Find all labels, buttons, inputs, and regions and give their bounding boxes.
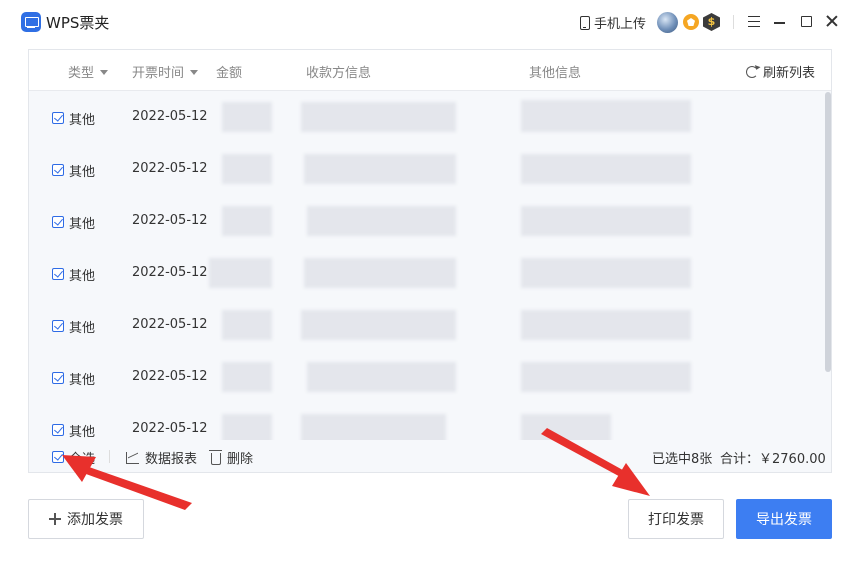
data-report-label: 数据报表 bbox=[145, 452, 198, 467]
row-type: 其他 bbox=[69, 165, 96, 180]
row-type: 其他 bbox=[69, 113, 96, 128]
row-date: 2022-05-12 bbox=[132, 317, 208, 332]
phone-icon bbox=[580, 15, 590, 30]
table-row[interactable]: 其他 2022-05-12 bbox=[29, 144, 825, 196]
other-info-redacted bbox=[521, 154, 691, 184]
vip-badge-icon[interactable] bbox=[683, 14, 699, 30]
row-checkbox[interactable] bbox=[52, 424, 64, 436]
date-column-header[interactable]: 开票时间 bbox=[132, 62, 199, 81]
mobile-upload-button[interactable]: 手机上传 bbox=[580, 13, 646, 32]
delete-label: 删除 bbox=[227, 452, 254, 467]
app-title: WPS票夹 bbox=[46, 14, 110, 32]
type-column-header[interactable]: 类型 bbox=[68, 62, 109, 81]
invoice-panel: 类型 开票时间 金额 收款方信息 其他信息 刷新列表 其他 2022-05-12… bbox=[28, 49, 832, 473]
add-invoice-label: 添加发票 bbox=[67, 512, 123, 528]
amount-redacted bbox=[222, 206, 272, 236]
row-checkbox[interactable] bbox=[52, 268, 64, 280]
list-footer: 全选 数据报表 删除 已选中8张 合计：￥2760.00 bbox=[29, 440, 831, 472]
other-info-column-header: 其他信息 bbox=[529, 66, 582, 81]
row-checkbox[interactable] bbox=[52, 320, 64, 332]
amount-redacted bbox=[222, 154, 272, 184]
line-chart-icon bbox=[126, 451, 139, 464]
maximize-icon[interactable] bbox=[801, 16, 812, 27]
refresh-label: 刷新列表 bbox=[763, 66, 816, 81]
amount-column-header: 金额 bbox=[216, 66, 243, 81]
amount-redacted bbox=[222, 310, 272, 340]
delete-button[interactable]: 删除 bbox=[209, 448, 254, 467]
titlebar-divider bbox=[733, 15, 734, 29]
table-row[interactable]: 其他 2022-05-12 bbox=[29, 248, 825, 300]
payee-redacted bbox=[307, 206, 456, 236]
other-info-redacted bbox=[521, 100, 691, 132]
payee-redacted bbox=[304, 154, 456, 184]
table-row[interactable]: 其他 2022-05-12 bbox=[29, 196, 825, 248]
other-info-redacted bbox=[521, 206, 691, 236]
amount-redacted bbox=[209, 258, 272, 288]
table-row[interactable]: 其他 2022-05-12 bbox=[29, 352, 825, 404]
table-row[interactable]: 其他 2022-05-12 bbox=[29, 92, 825, 144]
row-type: 其他 bbox=[69, 373, 96, 388]
payee-redacted bbox=[301, 414, 446, 440]
table-header: 类型 开票时间 金额 收款方信息 其他信息 刷新列表 bbox=[29, 50, 831, 91]
invoice-list: 其他 2022-05-12 其他 2022-05-12 其他 2022-05-1… bbox=[29, 92, 825, 440]
wps-logo-icon bbox=[21, 12, 41, 32]
row-type: 其他 bbox=[69, 425, 96, 440]
export-invoice-button[interactable]: 导出发票 bbox=[736, 499, 832, 539]
avatar[interactable] bbox=[657, 12, 678, 33]
row-date: 2022-05-12 bbox=[132, 421, 208, 436]
selected-count: 已选中8张 bbox=[652, 452, 713, 467]
row-date: 2022-05-12 bbox=[132, 369, 208, 384]
other-info-redacted bbox=[521, 414, 611, 440]
footer-divider bbox=[109, 450, 110, 463]
row-checkbox[interactable] bbox=[52, 164, 64, 176]
select-all-checkbox[interactable] bbox=[52, 451, 64, 463]
other-info-redacted bbox=[521, 258, 691, 288]
plus-icon bbox=[49, 513, 61, 525]
row-date: 2022-05-12 bbox=[132, 265, 208, 280]
other-info-redacted bbox=[521, 362, 691, 392]
row-checkbox[interactable] bbox=[52, 112, 64, 124]
minimize-icon[interactable] bbox=[774, 22, 785, 24]
payee-column-header: 收款方信息 bbox=[306, 66, 372, 81]
row-checkbox[interactable] bbox=[52, 216, 64, 228]
row-type: 其他 bbox=[69, 321, 96, 336]
payee-redacted bbox=[301, 310, 456, 340]
refresh-icon bbox=[746, 65, 758, 78]
caret-down-icon bbox=[190, 70, 199, 75]
payee-redacted bbox=[304, 258, 456, 288]
close-icon[interactable] bbox=[826, 15, 838, 27]
total-amount: 合计：￥2760.00 bbox=[720, 452, 826, 467]
trash-icon bbox=[209, 449, 222, 465]
coin-icon[interactable]: $ bbox=[703, 13, 720, 31]
row-type: 其他 bbox=[69, 217, 96, 232]
amount-redacted bbox=[222, 102, 272, 132]
mobile-upload-label: 手机上传 bbox=[594, 17, 647, 32]
table-row[interactable]: 其他 2022-05-12 bbox=[29, 300, 825, 352]
caret-down-icon bbox=[100, 70, 109, 75]
scroll-thumb[interactable] bbox=[825, 92, 831, 372]
row-checkbox[interactable] bbox=[52, 372, 64, 384]
table-row[interactable]: 其他 2022-05-12 bbox=[29, 404, 825, 440]
row-type: 其他 bbox=[69, 269, 96, 284]
row-date: 2022-05-12 bbox=[132, 109, 208, 124]
amount-redacted bbox=[222, 414, 272, 440]
select-all-label[interactable]: 全选 bbox=[69, 448, 95, 467]
add-invoice-button[interactable]: 添加发票 bbox=[28, 499, 144, 539]
print-invoice-button[interactable]: 打印发票 bbox=[628, 499, 724, 539]
row-date: 2022-05-12 bbox=[132, 161, 208, 176]
amount-redacted bbox=[222, 362, 272, 392]
data-report-button[interactable]: 数据报表 bbox=[126, 448, 197, 467]
payee-redacted bbox=[301, 102, 456, 132]
title-bar: WPS票夹 手机上传 $ bbox=[0, 0, 854, 44]
row-date: 2022-05-12 bbox=[132, 213, 208, 228]
other-info-redacted bbox=[521, 310, 691, 340]
list-scrollbar[interactable] bbox=[825, 92, 831, 440]
menu-icon[interactable] bbox=[748, 16, 760, 27]
payee-redacted bbox=[307, 362, 456, 392]
refresh-list-button[interactable]: 刷新列表 bbox=[746, 62, 815, 81]
